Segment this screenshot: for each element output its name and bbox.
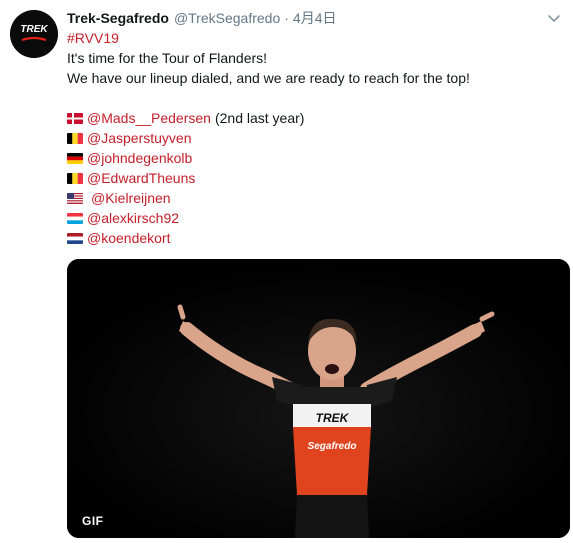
rider-line: @EdwardTheuns [67,168,562,188]
gif-media[interactable]: TREK Segafredo GIF [67,259,570,538]
svg-text:TREK: TREK [20,24,48,35]
netherlands-flag-icon [67,232,83,244]
belgium-flag-icon [67,132,83,144]
rider-line: @Mads__Pedersen (2nd last year) [67,108,562,128]
chevron-down-icon[interactable] [546,10,562,26]
tweet-content: Trek-Segafredo @TrekSegafredo · 4月4日 #RV… [67,8,562,248]
rider-line: @koendekort [67,228,562,248]
tweet: TREK Trek-Segafredo @TrekSegafredo · 4月4… [0,0,573,543]
user-handle[interactable]: @TrekSegafredo [174,10,280,26]
tweet-header: Trek-Segafredo @TrekSegafredo · 4月4日 [67,8,562,28]
separator-dot: · [284,10,289,26]
tweet-text: #RVV19 It's time for the Tour of Flander… [67,28,562,248]
denmark-flag-icon [67,112,83,124]
mention-link[interactable]: @koendekort [87,228,170,248]
mention-link[interactable]: @Mads__Pedersen [87,108,211,128]
rider-line: @johndegenkolb [67,148,562,168]
trek-segafredo-logo: TREK [10,10,58,58]
mention-link[interactable]: @Kielreijnen [91,188,171,208]
belgium-flag-icon [67,172,83,184]
mention-link[interactable]: @Jasperstuyven [87,128,191,148]
jersey-sponsor: Segafredo [308,441,357,452]
rider-line: @Kielreijnen [67,188,562,208]
mention-link[interactable]: @EdwardTheuns [87,168,195,188]
hashtag-link[interactable]: #RVV19 [67,28,119,48]
rider-line: @alexkirsch92 [67,208,562,228]
luxembourg-flag-icon [67,212,83,224]
rider-note: (2nd last year) [214,110,305,126]
tweet-line-2: We have our lineup dialed, and we are re… [67,70,470,86]
mention-link[interactable]: @johndegenkolb [87,148,192,168]
germany-flag-icon [67,152,83,164]
display-name[interactable]: Trek-Segafredo [67,10,169,26]
jersey-brand: TREK [316,411,350,425]
gif-badge: GIF [77,512,109,530]
usa-flag-icon [67,192,83,204]
rider-line: @Jasperstuyven [67,128,562,148]
avatar[interactable]: TREK [10,10,58,58]
tweet-line-1: It's time for the Tour of Flanders! [67,50,268,66]
cyclist-image: TREK Segafredo [67,259,570,538]
mention-link[interactable]: @alexkirsch92 [87,208,179,228]
timestamp[interactable]: 4月4日 [293,8,337,28]
